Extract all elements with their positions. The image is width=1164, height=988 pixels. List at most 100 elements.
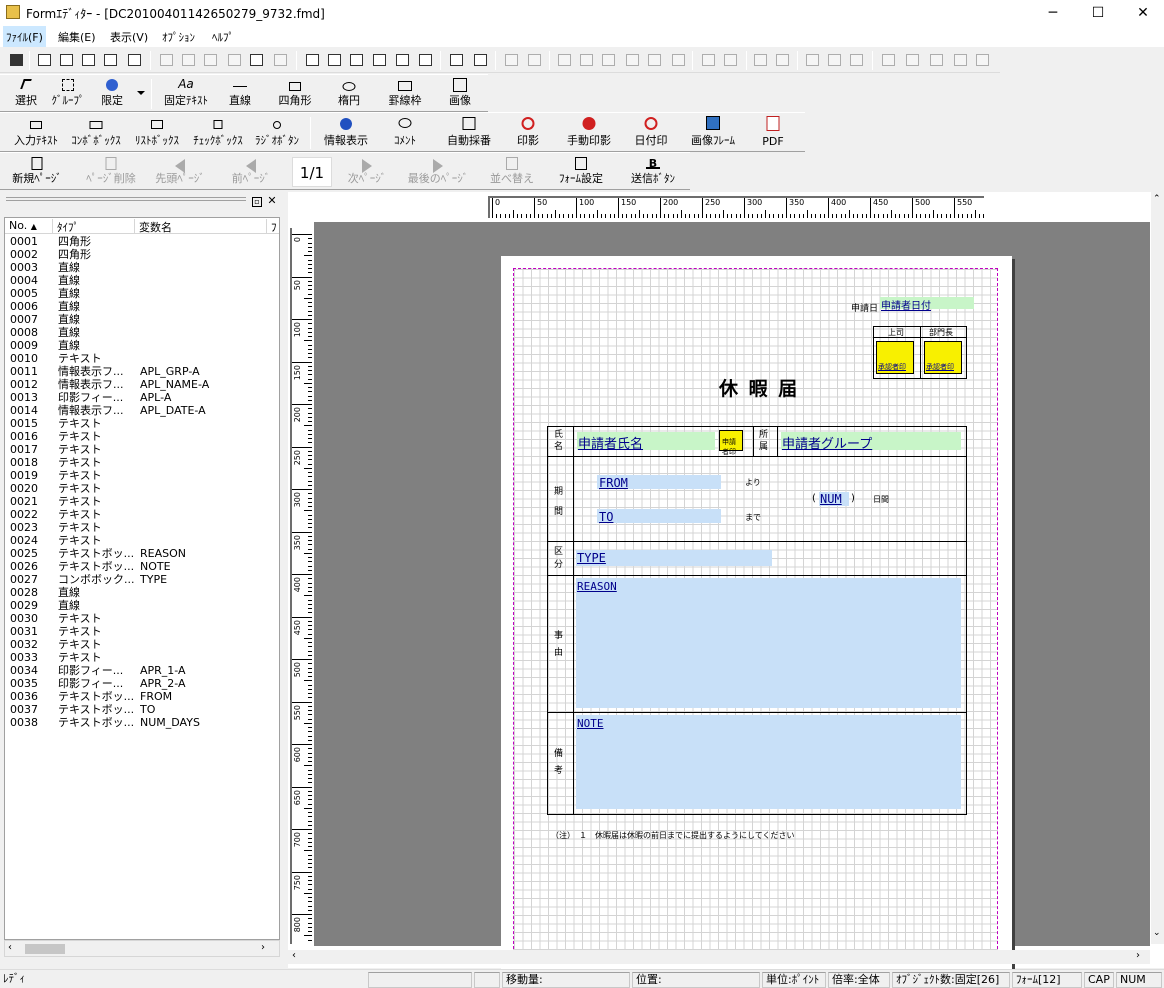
list-item[interactable]: 0014 情報表示フ... APL_DATE-A — [5, 404, 279, 417]
menu-help[interactable]: ﾍﾙﾌﾟ — [212, 29, 234, 45]
print-preview-icon[interactable] — [80, 52, 97, 68]
undo-icon[interactable] — [158, 52, 175, 68]
field-manual-stamp[interactable]: 手動印影 — [560, 113, 618, 151]
field-pdf[interactable]: PDF — [748, 113, 798, 151]
list-item[interactable]: 0038 テキストボッ... NUM_DAYS — [5, 716, 279, 729]
delete-page-button[interactable]: ﾍﾟｰｼﾞ削除 — [76, 153, 146, 189]
list-item[interactable]: 0015 テキスト — [5, 417, 279, 430]
list-item[interactable]: 0010 テキスト — [5, 352, 279, 365]
list-item[interactable]: 0002 四角形 — [5, 248, 279, 261]
list-item[interactable]: 0029 直線 — [5, 599, 279, 612]
field-info-display[interactable]: 情報表示 — [316, 113, 376, 151]
image-tool-icon[interactable] — [974, 52, 991, 68]
same-width-icon[interactable] — [700, 52, 717, 68]
field-auto-number[interactable]: 自動採番 — [438, 113, 500, 151]
list-item[interactable]: 0028 直線 — [5, 586, 279, 599]
limit-dropdown[interactable] — [134, 75, 148, 111]
minimize-button[interactable]: ─ — [1030, 0, 1076, 26]
tool-line[interactable]: 直線 — [218, 75, 262, 111]
boss-stamp-field[interactable]: 承認者印 — [876, 341, 914, 374]
close-button[interactable]: ✕ — [1120, 0, 1164, 26]
list-item[interactable]: 0003 直線 — [5, 261, 279, 274]
list-item[interactable]: 0034 印影フィー... APR_1-A — [5, 664, 279, 677]
menu-view[interactable]: 表示(V) — [110, 29, 148, 45]
sort-button[interactable]: 並べ替え — [484, 153, 540, 189]
list-item[interactable]: 0001 四角形 — [5, 235, 279, 248]
menu-edit[interactable]: 編集(E) — [58, 29, 96, 45]
field-date-stamp[interactable]: 日付印 — [626, 113, 676, 151]
align-top-icon[interactable] — [556, 52, 573, 68]
menu-file[interactable]: ﾌｧｲﾙ(F) — [3, 26, 46, 47]
list-item[interactable]: 0019 テキスト — [5, 469, 279, 482]
center-vertical-icon[interactable] — [826, 52, 843, 68]
prev-page-button[interactable]: 前ﾍﾟｰｼﾞ — [220, 153, 282, 189]
scroll-down-icon[interactable]: ⌄ — [1153, 928, 1161, 938]
form-settings-button[interactable]: ﾌｫｰﾑ設定 — [550, 153, 612, 189]
list-item[interactable]: 0008 直線 — [5, 326, 279, 339]
next-page-button[interactable]: 次ﾍﾟｰｼﾞ — [338, 153, 396, 189]
object-list[interactable]: No. ▲ ﾀｲﾌﾟ 変数名 ﾌ 0001 四角形 0002 四角形 0003 直線 000… — [4, 217, 280, 940]
print-icon[interactable] — [58, 52, 75, 68]
col-no[interactable]: No. ▲ — [5, 219, 53, 233]
tool-fixed-text[interactable]: Aa 固定ﾃｷｽﾄ — [158, 75, 214, 111]
field-input-text[interactable]: 入力ﾃｷｽﾄ — [6, 113, 66, 151]
field-listbox[interactable]: ﾘｽﾄﾎﾞｯｸｽ — [128, 113, 186, 151]
scroll-thumb[interactable] — [25, 944, 65, 954]
align-left-icon[interactable] — [624, 52, 641, 68]
dept-head-stamp-field[interactable]: 承認者印 — [924, 341, 962, 374]
tool-rectangle[interactable]: 四角形 — [272, 75, 318, 111]
list-item[interactable]: 0005 直線 — [5, 287, 279, 300]
save-icon[interactable] — [8, 52, 25, 68]
group-field[interactable]: 申請者グループ — [781, 432, 961, 452]
grid-icon[interactable] — [472, 52, 489, 68]
field-image-frame[interactable]: 画像ﾌﾚｰﾑ — [684, 113, 742, 151]
zoom-out-icon[interactable] — [394, 52, 411, 68]
list-item[interactable]: 0004 直線 — [5, 274, 279, 287]
tool-ellipse[interactable]: 楕円 — [326, 75, 372, 111]
redo-icon[interactable] — [180, 52, 197, 68]
list-item[interactable]: 0025 テキストボッ... REASON — [5, 547, 279, 560]
list-item[interactable]: 0036 テキストボッ... FROM — [5, 690, 279, 703]
field-combobox[interactable]: ｺﾝﾎﾞﾎﾞｯｸｽ — [66, 113, 126, 151]
properties-icon[interactable] — [36, 52, 53, 68]
num-days-field[interactable]: NUM — [819, 492, 849, 506]
hscroll-left-icon[interactable]: ‹ — [292, 950, 296, 961]
form-paper[interactable]: 申請日 申請者日付 上司 部門長 承認者印 承認者印 休 暇 届 氏名 申請者氏… — [501, 256, 1012, 975]
delete-icon[interactable] — [272, 52, 289, 68]
first-page-button[interactable]: 先頭ﾍﾟｰｼﾞ — [148, 153, 212, 189]
align-bottom-icon[interactable] — [600, 52, 617, 68]
col-varname[interactable]: 変数名 — [135, 219, 267, 234]
note-field[interactable]: NOTE — [576, 715, 961, 809]
tool-table-frame[interactable]: 罫線枠 — [382, 75, 428, 111]
tool-group[interactable]: ｸﾞﾙｰﾌﾟ — [48, 75, 88, 111]
canvas-horizontal-scrollbar[interactable]: ‹ › — [288, 950, 1150, 964]
list-item[interactable]: 0035 印影フィー... APR_2-A — [5, 677, 279, 690]
align-center-icon[interactable] — [646, 52, 663, 68]
list-item[interactable]: 0013 印影フィー... APL-A — [5, 391, 279, 404]
list-item[interactable]: 0030 テキスト — [5, 612, 279, 625]
tool-limit[interactable]: 限定 — [92, 75, 132, 111]
binoculars-icon[interactable] — [448, 52, 465, 68]
find-replace-icon[interactable] — [126, 52, 143, 68]
applicant-stamp-field[interactable]: 申請者印 — [719, 430, 743, 456]
list-item[interactable]: 0037 テキストボッ... TO — [5, 703, 279, 716]
list-item[interactable]: 0022 テキスト — [5, 508, 279, 521]
center-both-icon[interactable] — [848, 52, 865, 68]
list-item[interactable]: 0031 テキスト — [5, 625, 279, 638]
send-back-icon[interactable] — [526, 52, 543, 68]
panel-gripper[interactable] — [6, 197, 246, 201]
send-button-tool[interactable]: B 送信ﾎﾞﾀﾝ — [622, 153, 684, 189]
list-item[interactable]: 0006 直線 — [5, 300, 279, 313]
bring-front-icon[interactable] — [503, 52, 520, 68]
new-page-button[interactable]: 新規ﾍﾟｰｼﾞ — [4, 153, 70, 189]
last-page-button[interactable]: 最後のﾍﾟｰｼﾞ — [404, 153, 472, 189]
scroll-right-icon[interactable]: › — [261, 942, 265, 953]
list-item[interactable]: 0020 テキスト — [5, 482, 279, 495]
ungroup-icon[interactable] — [904, 52, 921, 68]
reason-field[interactable]: REASON — [576, 578, 961, 708]
list-horizontal-scrollbar[interactable]: ‹ › — [4, 940, 280, 957]
col-type[interactable]: ﾀｲﾌﾟ — [53, 219, 135, 234]
list-item[interactable]: 0023 テキスト — [5, 521, 279, 534]
find-icon[interactable] — [102, 52, 119, 68]
col-extra[interactable]: ﾌ — [267, 219, 279, 234]
